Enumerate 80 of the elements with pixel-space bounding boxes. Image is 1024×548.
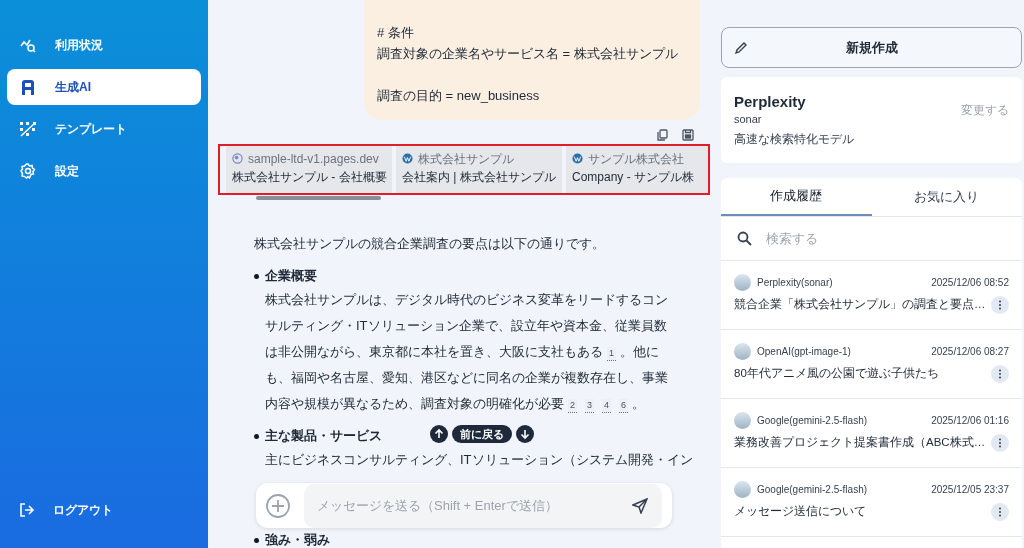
copy-icon[interactable] bbox=[657, 129, 668, 141]
section-heading: 強み・弱み bbox=[265, 532, 330, 548]
wordpress-logo-icon bbox=[402, 153, 413, 165]
history-item[interactable]: Perplexity(sonar) 2025/12/06 08:52 競合企業「株式会社サンプル」の調査と要点… bbox=[721, 261, 1022, 330]
search-icon bbox=[737, 231, 752, 246]
ai-logo-icon bbox=[21, 79, 35, 95]
history-model: Google(gemini-2.5-flash) bbox=[757, 483, 869, 497]
source-card[interactable]: sample-ltd-v1.pages.dev 株式会社サンプル - 会社概要 bbox=[226, 146, 392, 194]
send-icon[interactable] bbox=[632, 497, 648, 514]
globe-icon bbox=[232, 153, 243, 165]
source-site: sample-ltd-v1.pages.dev bbox=[248, 150, 379, 167]
bullet bbox=[254, 537, 259, 543]
save-icon[interactable] bbox=[682, 129, 694, 141]
sidebar-item[interactable]: 生成AI bbox=[7, 69, 201, 105]
history-date: 2025/12/05 23:37 bbox=[931, 483, 1009, 497]
pencil-icon bbox=[734, 40, 748, 55]
citation-link[interactable]: 6 bbox=[619, 399, 629, 414]
arrow-up-icon[interactable] bbox=[430, 425, 448, 444]
section-heading: 主な製品・サービス bbox=[265, 427, 382, 446]
history-title: メッセージ送信について bbox=[734, 504, 867, 520]
source-title: Company - サンプル株 bbox=[572, 168, 695, 185]
source-card[interactable]: サンプル株式会社 Company - サンプル株 bbox=[566, 146, 708, 194]
history-date: 2025/12/06 08:52 bbox=[931, 276, 1009, 290]
history-title: 競合企業「株式会社サンプル」の調査と要点… bbox=[734, 297, 987, 313]
wordpress-logo-icon bbox=[572, 153, 583, 165]
citation-link[interactable]: 3 bbox=[585, 399, 595, 414]
scrollbar-thumb[interactable] bbox=[256, 196, 381, 201]
settings-icon bbox=[20, 163, 36, 179]
history-item[interactable]: OpenAI(gpt-image-1) 2025/12/06 08:27 80年代アニメ風の公園で遊ぶ子供たち bbox=[721, 330, 1022, 399]
source-site: サンプル株式会社 bbox=[588, 150, 684, 167]
citation-link[interactable]: 2 bbox=[568, 399, 577, 414]
citation-link[interactable]: 4 bbox=[602, 399, 612, 414]
source-site: 株式会社サンプル bbox=[418, 150, 514, 167]
citation-link[interactable]: 1 bbox=[607, 347, 616, 362]
section-heading: 企業概要 bbox=[265, 267, 317, 286]
back-button[interactable]: 前に戻る bbox=[452, 425, 512, 444]
answer-intro: 株式会社サンプルの競合企業調査の要点は以下の通りです。 bbox=[254, 235, 606, 254]
logout-icon bbox=[19, 502, 35, 518]
more-icon[interactable] bbox=[991, 296, 1009, 314]
more-icon[interactable] bbox=[991, 503, 1009, 521]
message-input[interactable]: メッセージを送る（Shift + Enterで送信） bbox=[304, 483, 662, 528]
model-description: 高速な検索特化モデル bbox=[734, 131, 855, 148]
history-model: OpenAI(gpt-image-1) bbox=[757, 345, 852, 359]
source-title: 株式会社サンプル - 会社概要 bbox=[232, 168, 387, 185]
history-model: Google(gemini-2.5-flash) bbox=[757, 414, 869, 428]
sidebar-item[interactable]: テンプレート bbox=[7, 111, 201, 147]
section-paragraph: 主にビジネスコンサルティング、ITソリューション（システム開発・イン bbox=[265, 451, 693, 470]
source-card[interactable]: 株式会社サンプル 会社案内 | 株式会社サンプル bbox=[396, 146, 562, 194]
new-button[interactable]: 新規作成 bbox=[721, 27, 1022, 68]
history-tab[interactable]: 作成履歴 bbox=[721, 178, 872, 216]
model-name: Perplexity bbox=[734, 92, 807, 112]
more-icon[interactable] bbox=[991, 434, 1009, 452]
history-title: 80年代アニメ風の公園で遊ぶ子供たち bbox=[734, 366, 940, 382]
history-title: 業務改善プロジェクト提案書作成（ABC株式… bbox=[734, 435, 987, 451]
sidebar-item[interactable]: 利用状況 bbox=[7, 27, 201, 63]
section-paragraph: 株式会社サンプルは、デジタル時代のビジネス変革をリードするコンサルティング・ITソリューション企業で、設立年や資本金、従業員数は非公開ながら、東京都に本社を置き、大阪に支社もある 1 。他にも、福岡や名古屋、愛知、港区などに同名の企業が複数存在し、事業内容や規模が異なるため、調査対象の明確化が必要 2 3 4 6 。 bbox=[265, 291, 669, 416]
source-title: 会社案内 | 株式会社サンプル bbox=[402, 168, 556, 185]
avatar bbox=[734, 481, 751, 498]
search-field[interactable]: 検索する bbox=[766, 218, 1022, 259]
message-line: 調査の目的 = new_business bbox=[377, 87, 541, 105]
history-date: 2025/12/06 08:27 bbox=[931, 345, 1009, 359]
sidebar-item[interactable]: 設定 bbox=[7, 153, 201, 189]
history-model: Perplexity(sonar) bbox=[757, 276, 834, 290]
bullet bbox=[254, 434, 259, 440]
message-line: 調査対象の企業名やサービス名 = 株式会社サンプル bbox=[377, 45, 679, 63]
avatar bbox=[734, 412, 751, 429]
avatar bbox=[734, 343, 751, 360]
history-tab[interactable]: お気に入り bbox=[871, 178, 1022, 216]
bullet bbox=[254, 274, 259, 280]
chart-search-icon bbox=[20, 37, 36, 53]
history-date: 2025/12/06 01:16 bbox=[931, 414, 1009, 428]
more-icon[interactable] bbox=[991, 365, 1009, 383]
template-grid-icon bbox=[19, 121, 37, 137]
model-variant: sonar bbox=[734, 112, 763, 126]
message-line: # 条件 bbox=[377, 24, 415, 42]
avatar bbox=[734, 274, 751, 291]
history-item[interactable]: Google(gemini-2.5-flash) 2025/12/05 23:37 メッセージ送信について bbox=[721, 468, 1022, 537]
arrow-down-icon[interactable] bbox=[516, 425, 534, 444]
history-item[interactable]: Google(gemini-2.5-flash) 2025/12/06 01:16 業務改善プロジェクト提案書作成（ABC株式… bbox=[721, 399, 1022, 468]
logout-button[interactable]: ログアウト bbox=[7, 494, 201, 526]
